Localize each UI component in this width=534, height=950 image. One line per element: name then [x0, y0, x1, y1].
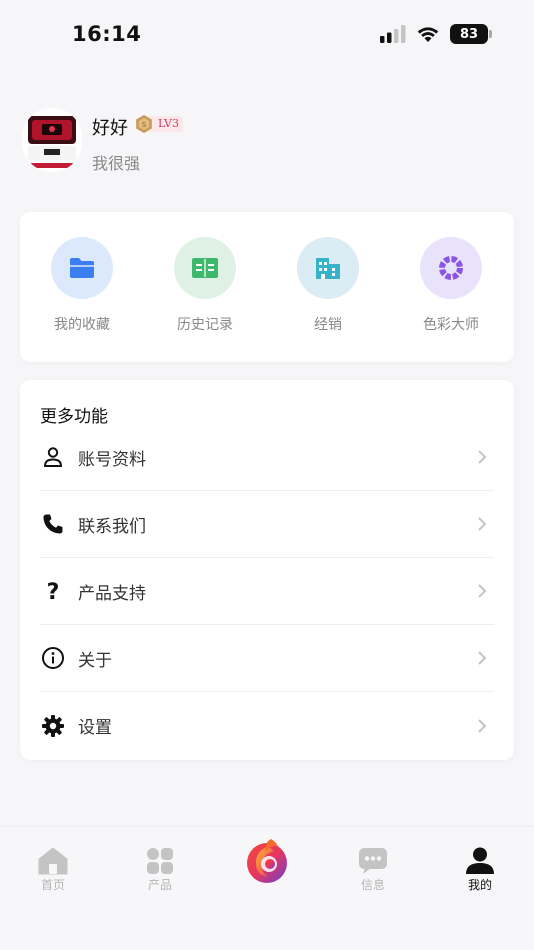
wifi-icon	[417, 27, 439, 42]
level-badge: S LV3	[134, 114, 183, 134]
menu-label: 联系我们	[78, 516, 146, 537]
avatar[interactable]	[22, 108, 82, 172]
tab-label: 产品	[147, 878, 172, 892]
question-icon: ?	[40, 578, 66, 604]
home-icon	[13, 843, 93, 875]
phone-icon	[40, 511, 66, 537]
quick-color-master[interactable]: 色彩大师	[401, 237, 501, 334]
menu-label: 关于	[78, 650, 112, 671]
tab-mine[interactable]: 我的	[440, 843, 520, 893]
chevron-right-icon	[478, 517, 487, 531]
svg-text:S: S	[142, 121, 147, 129]
profile-header[interactable]: 好好 S LV3 我很强	[22, 108, 502, 178]
tab-products[interactable]: 产品	[120, 843, 200, 893]
quick-label: 色彩大师	[423, 317, 479, 333]
tab-home[interactable]: 首页	[13, 843, 93, 893]
quick-favorites[interactable]: 我的收藏	[32, 237, 132, 334]
medal-icon: S	[136, 115, 152, 133]
folder-icon	[51, 237, 113, 299]
tab-label: 我的	[467, 878, 492, 892]
menu-label: 设置	[78, 718, 112, 738]
more-functions-card: 更多功能 账号资料 联系我们 ? 产品支持 关于 设置	[20, 380, 514, 760]
chevron-right-icon	[478, 718, 487, 733]
menu-about[interactable]: 关于	[40, 625, 494, 692]
tab-label: 信息	[360, 878, 385, 892]
tab-messages[interactable]: 信息	[333, 843, 413, 893]
book-icon	[174, 237, 236, 299]
menu-account-info[interactable]: 账号资料	[40, 424, 494, 491]
status-bar: 16:14 83	[0, 0, 534, 70]
status-time: 16:14	[72, 22, 142, 46]
color-ring-icon	[420, 237, 482, 299]
tab-center-logo[interactable]	[227, 835, 307, 886]
user-icon	[440, 843, 520, 875]
bottom-tab-bar: 首页 产品 信息 我的	[0, 826, 534, 950]
menu-contact-us[interactable]: 联系我们	[40, 491, 494, 558]
menu-settings[interactable]: 设置	[40, 692, 494, 759]
gear-icon	[40, 713, 66, 739]
tab-label: 首页	[40, 878, 65, 892]
quick-label: 我的收藏	[54, 317, 110, 333]
quick-label: 经销	[314, 317, 342, 333]
battery-indicator: 83	[450, 24, 492, 44]
quick-label: 历史记录	[177, 317, 233, 333]
user-bio: 我很强	[92, 154, 141, 173]
chevron-right-icon	[478, 651, 487, 665]
grid-icon	[120, 843, 200, 875]
menu-label: 产品支持	[78, 583, 146, 604]
signal-icon	[380, 25, 406, 43]
quick-actions-card: 我的收藏 历史记录 经销 色彩大师	[20, 212, 514, 362]
menu-label: 账号资料	[78, 449, 146, 470]
svg-text:?: ?	[47, 580, 60, 602]
brand-logo-icon	[227, 835, 307, 885]
status-icons: 83	[380, 24, 492, 44]
chevron-right-icon	[478, 584, 487, 598]
building-icon	[297, 237, 359, 299]
info-icon	[40, 645, 66, 671]
person-icon	[40, 444, 66, 470]
chat-icon	[333, 843, 413, 875]
username: 好好	[92, 118, 128, 139]
chevron-right-icon	[478, 450, 487, 464]
quick-history[interactable]: 历史记录	[155, 237, 255, 334]
quick-dealer[interactable]: 经销	[278, 237, 378, 334]
menu-product-support[interactable]: ? 产品支持	[40, 558, 494, 625]
